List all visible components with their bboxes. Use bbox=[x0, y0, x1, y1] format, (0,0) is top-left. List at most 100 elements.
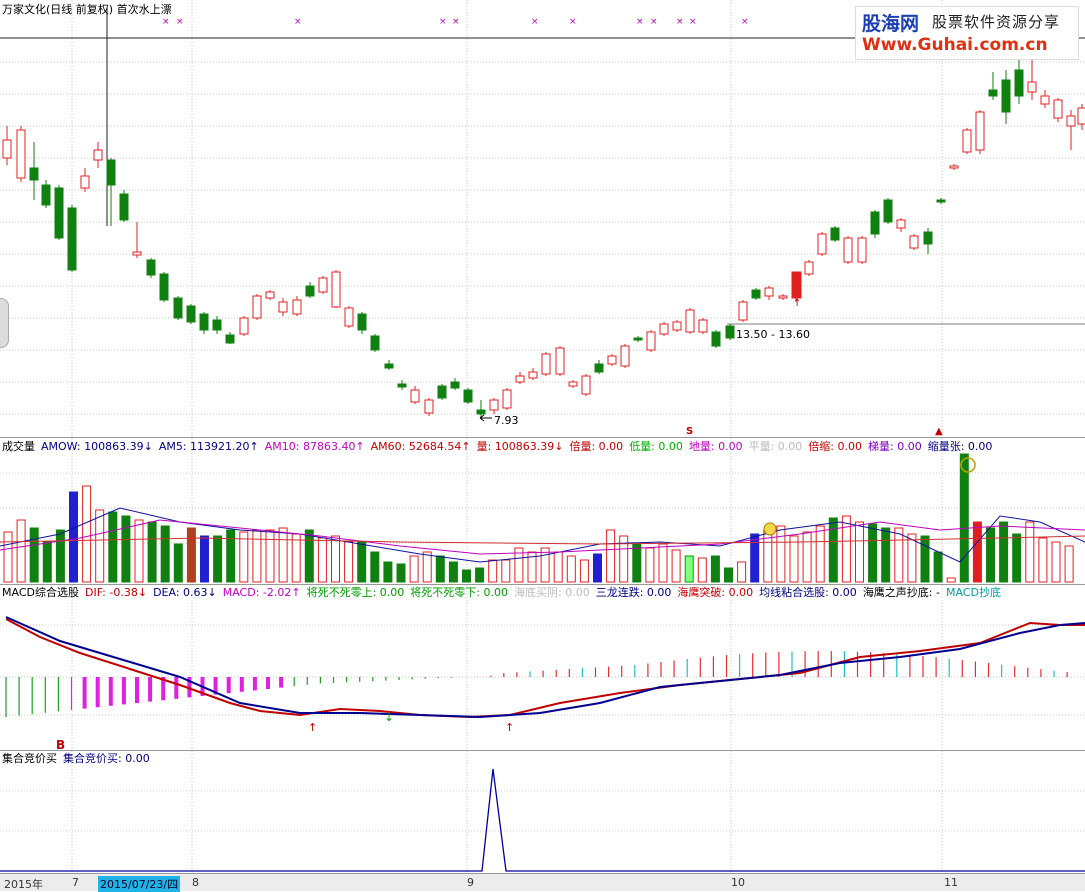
candle-body bbox=[305, 285, 315, 297]
candle-body bbox=[883, 199, 893, 223]
volume-bar bbox=[540, 547, 550, 583]
volume-pane[interactable]: 成交量 AMOW: 100863.39↓ AM5: 113921.20↑ AM10: … bbox=[0, 438, 1085, 584]
candle-body bbox=[1053, 99, 1063, 119]
collapse-handle-icon[interactable] bbox=[0, 298, 9, 348]
candle-body bbox=[751, 289, 761, 299]
legend-item: 海鹰突破: 0.00 bbox=[677, 586, 754, 599]
candle-body bbox=[199, 313, 209, 331]
candle-body bbox=[212, 319, 222, 331]
candle-body bbox=[119, 193, 129, 221]
macd-header: MACD综合选股 DIF: -0.38↓ DEA: 0.63↓ MACD: -2.02… bbox=[2, 586, 1007, 600]
candle-body bbox=[292, 299, 302, 315]
legend-item: 均线粘合选股: 0.00 bbox=[759, 586, 857, 599]
signal-s-icon: S bbox=[686, 426, 693, 437]
volume-bar bbox=[448, 561, 458, 583]
volume-bar bbox=[999, 521, 1009, 583]
range-label: 13.50 - 13.60 bbox=[736, 328, 810, 341]
buy-arrow-icon: ↑ bbox=[308, 721, 317, 734]
volume-bar bbox=[737, 561, 747, 583]
signal-mark-icon: × bbox=[689, 17, 697, 27]
candle-body bbox=[568, 381, 578, 387]
candle-body bbox=[67, 207, 77, 271]
candle-body bbox=[870, 211, 880, 235]
volume-bar bbox=[42, 541, 52, 583]
date-axis[interactable]: 2015年 7 2015/07/23/四 8 9 10 11 bbox=[0, 873, 1085, 892]
signal-mark-icon: × bbox=[569, 17, 577, 27]
candle-body bbox=[1027, 81, 1037, 93]
volume-bar bbox=[750, 533, 760, 583]
legend-item: DIF: -0.38↓ bbox=[84, 586, 148, 599]
volume-header: 成交量 AMOW: 100863.39↓ AM5: 113921.20↑ AM10: … bbox=[2, 440, 998, 454]
volume-bar bbox=[868, 523, 878, 583]
volume-bar bbox=[69, 491, 78, 583]
candle-body bbox=[962, 129, 972, 153]
candle-body bbox=[607, 355, 617, 365]
candle-body bbox=[1066, 115, 1076, 127]
kline-pane[interactable]: × × × × × × × × × × × × S ▲ ↑ 7.93 13.50 - 13.60 万家文化(… bbox=[0, 0, 1085, 437]
legend-item: MACD抄底 bbox=[945, 586, 1001, 599]
macd-chart[interactable]: ↑ ↑ ↓ B bbox=[0, 585, 1085, 750]
min-arrow-icon bbox=[479, 414, 492, 422]
candle-body bbox=[159, 273, 169, 301]
signal-mark-icon: × bbox=[439, 17, 447, 27]
candle-body bbox=[896, 219, 906, 229]
candle-body bbox=[29, 167, 39, 181]
candle-body bbox=[620, 345, 630, 367]
volume-bar bbox=[959, 453, 969, 583]
candle-body bbox=[672, 321, 682, 331]
signal-mark-icon: × bbox=[162, 17, 170, 27]
volume-bar bbox=[317, 537, 327, 583]
legend-item: 地量: 0.00 bbox=[688, 440, 743, 453]
volume-bar bbox=[894, 527, 904, 583]
legend-item: 海鹰之声抄底: - bbox=[862, 586, 940, 599]
legend-item: 量: 100863.39↓ bbox=[476, 440, 564, 453]
candle-body bbox=[80, 175, 90, 189]
volume-bar bbox=[986, 527, 995, 583]
volume-bar bbox=[265, 529, 275, 583]
volume-bar bbox=[82, 485, 92, 583]
volume-bar bbox=[776, 525, 786, 583]
chart-title: 万家文化(日线 前复权) 首次水上漂 bbox=[2, 3, 172, 16]
legend-item: 三龙连跌: 0.00 bbox=[595, 586, 672, 599]
candle-body bbox=[384, 363, 394, 369]
macd-pane[interactable]: ↑ ↑ ↓ B MACD综合选股 DIF: -0.38↓ DEA: 0.63↓ MACD:… bbox=[0, 585, 1085, 750]
volume-bar bbox=[828, 517, 838, 583]
candle-body bbox=[988, 89, 998, 97]
volume-bar bbox=[357, 541, 367, 583]
candle-body bbox=[594, 363, 604, 373]
volume-bar bbox=[134, 519, 144, 583]
volume-bar bbox=[684, 555, 694, 583]
volume-bar bbox=[475, 567, 485, 583]
candle-body bbox=[41, 184, 51, 206]
legend-item: 将死不死零下: 0.00 bbox=[410, 586, 508, 599]
volume-bar bbox=[671, 549, 681, 583]
candle-body bbox=[804, 261, 814, 275]
candle-body bbox=[239, 317, 249, 335]
candle-body bbox=[659, 323, 669, 335]
volume-bar bbox=[632, 543, 642, 583]
candle-body bbox=[331, 271, 341, 308]
volume-bar bbox=[815, 525, 825, 583]
legend-item: 缩量张: 0.00 bbox=[927, 440, 993, 453]
candle-body bbox=[778, 295, 788, 299]
signal-mark-icon: × bbox=[452, 17, 460, 27]
auction-chart[interactable] bbox=[0, 751, 1085, 873]
candle-body bbox=[344, 307, 354, 327]
volume-bar bbox=[1012, 533, 1022, 583]
volume-chart[interactable] bbox=[0, 438, 1085, 584]
volume-bar bbox=[370, 551, 380, 583]
candle-body bbox=[252, 295, 262, 319]
legend-item: 低量: 0.00 bbox=[629, 440, 683, 453]
legend-item: MACD: -2.02↑ bbox=[222, 586, 301, 599]
volume-bar bbox=[841, 515, 851, 583]
legend-item: 海底买阴: 0.00 bbox=[514, 586, 590, 599]
candle-body bbox=[1040, 95, 1050, 105]
auction-pane[interactable]: 集合竞价买 集合竞价买: 0.00 bbox=[0, 751, 1085, 873]
signal-mark-icon: × bbox=[176, 17, 184, 27]
volume-bar bbox=[933, 551, 943, 583]
candle-body bbox=[817, 233, 827, 255]
kline-chart[interactable]: × × × × × × × × × × × × S ▲ ↑ 7.93 13.50 - 13.60 bbox=[0, 0, 1085, 437]
candle-body bbox=[923, 231, 933, 245]
legend-item: AMOW: 100863.39↓ bbox=[41, 440, 153, 453]
buy-arrow-icon: ↑ bbox=[505, 721, 514, 734]
